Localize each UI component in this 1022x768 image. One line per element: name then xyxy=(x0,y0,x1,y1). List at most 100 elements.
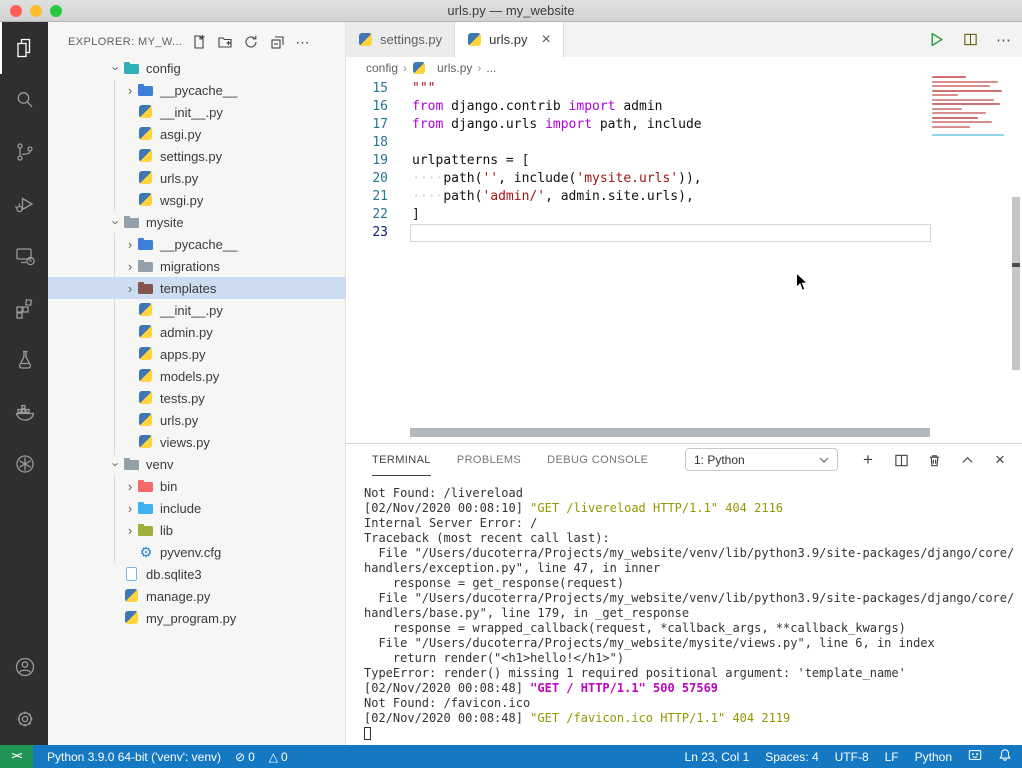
tree-item-pyvenv-cfg[interactable]: ⚙pyvenv.cfg xyxy=(48,541,346,563)
error-count[interactable]: ⊘0 xyxy=(235,750,255,764)
horizontal-scrollbar[interactable] xyxy=(410,428,930,437)
warning-count[interactable]: △0 xyxy=(269,750,288,764)
vertical-scrollbar[interactable] xyxy=(1012,197,1020,370)
new-file-icon[interactable] xyxy=(186,32,212,52)
tree-item-admin-py[interactable]: admin.py xyxy=(48,321,346,343)
minimap[interactable] xyxy=(932,76,1010,166)
tree-item-settings-py[interactable]: settings.py xyxy=(48,145,346,167)
tree-item--pycache-[interactable]: ›__pycache__ xyxy=(48,233,346,255)
new-folder-icon[interactable] xyxy=(212,32,238,52)
tree-item-models-py[interactable]: models.py xyxy=(48,365,346,387)
more-actions-icon[interactable]: ⋯ xyxy=(290,32,316,52)
chevron-expanded-icon[interactable]: › xyxy=(109,456,124,472)
tree-item-tests-py[interactable]: tests.py xyxy=(48,387,346,409)
activity-settings-icon[interactable] xyxy=(0,693,48,745)
tree-item-db-sqlite3[interactable]: db.sqlite3 xyxy=(48,563,346,585)
cursor-position-status[interactable]: Ln 23, Col 1 xyxy=(685,750,750,764)
tree-item-manage-py[interactable]: manage.py xyxy=(48,585,346,607)
tree-item-lib[interactable]: ›lib xyxy=(48,519,346,541)
code-line-22[interactable]: 22] xyxy=(346,206,986,224)
chevron-collapsed-icon[interactable]: › xyxy=(122,523,138,538)
tree-item--pycache-[interactable]: ›__pycache__ xyxy=(48,79,346,101)
code-line-20[interactable]: 20····path('', include('mysite.urls')), xyxy=(346,170,986,188)
activity-account-icon[interactable] xyxy=(0,641,48,693)
run-file-button[interactable] xyxy=(924,28,948,52)
activity-extensions-icon[interactable] xyxy=(0,282,48,334)
tree-item-venv[interactable]: ›venv xyxy=(48,453,346,475)
tree-item-mysite[interactable]: ›mysite xyxy=(48,211,346,233)
code-line-16[interactable]: 16from django.contrib import admin xyxy=(346,98,986,116)
chevron-expanded-icon[interactable]: › xyxy=(109,214,124,230)
code-line-21[interactable]: 21····path('admin/', admin.site.urls), xyxy=(346,188,986,206)
tree-item-views-py[interactable]: views.py xyxy=(48,431,346,453)
code-line-23[interactable]: 23 xyxy=(346,224,986,242)
chevron-collapsed-icon[interactable]: › xyxy=(122,479,138,494)
maximize-panel-icon[interactable] xyxy=(957,450,977,470)
activity-explorer-icon[interactable] xyxy=(0,22,48,74)
panel-tab-terminal[interactable]: TERMINAL xyxy=(372,444,431,476)
breadcrumb-item[interactable]: urls.py xyxy=(437,61,472,75)
code-viewport[interactable]: 15"""16from django.contrib import admin1… xyxy=(346,80,986,242)
remote-indicator[interactable]: >< xyxy=(0,745,33,768)
tree-item-my-program-py[interactable]: my_program.py xyxy=(48,607,346,629)
close-panel-icon[interactable]: × xyxy=(990,450,1010,470)
editor-tab-urls-py[interactable]: urls.py× xyxy=(455,22,564,57)
chevron-collapsed-icon[interactable]: › xyxy=(122,501,138,516)
tree-item-config[interactable]: ›config xyxy=(48,57,346,79)
kill-terminal-icon[interactable] xyxy=(924,450,944,470)
activity-kubernetes-icon[interactable] xyxy=(0,438,48,490)
chevron-expanded-icon[interactable]: › xyxy=(109,60,124,76)
indentation-status[interactable]: Spaces: 4 xyxy=(765,750,818,764)
python-file-icon xyxy=(138,148,154,164)
notifications-bell-icon[interactable] xyxy=(998,748,1012,765)
close-tab-icon[interactable]: × xyxy=(541,32,550,48)
tree-item-bin[interactable]: ›bin xyxy=(48,475,346,497)
new-terminal-icon[interactable]: + xyxy=(858,450,878,470)
activity-source-control-icon[interactable] xyxy=(0,126,48,178)
zoom-window-button[interactable] xyxy=(50,5,62,17)
minimap-line xyxy=(932,134,1004,136)
activity-remote-explorer-icon[interactable] xyxy=(0,230,48,282)
tree-item-migrations[interactable]: ›migrations xyxy=(48,255,346,277)
close-window-button[interactable] xyxy=(10,5,22,17)
eol-status[interactable]: LF xyxy=(885,750,899,764)
chevron-collapsed-icon[interactable]: › xyxy=(122,281,138,296)
feedback-icon[interactable] xyxy=(968,748,982,765)
panel-tab-debug-console[interactable]: DEBUG CONSOLE xyxy=(547,444,648,476)
activity-docker-icon[interactable] xyxy=(0,386,48,438)
activity-run-debug-icon[interactable] xyxy=(0,178,48,230)
terminal-output[interactable]: Not Found: /livereload[02/Nov/2020 00:08… xyxy=(364,486,1014,741)
collapse-all-icon[interactable] xyxy=(264,32,290,52)
code-line-17[interactable]: 17from django.urls import path, include xyxy=(346,116,986,134)
activity-test-icon[interactable] xyxy=(0,334,48,386)
tree-item-apps-py[interactable]: apps.py xyxy=(48,343,346,365)
chevron-collapsed-icon[interactable]: › xyxy=(122,237,138,252)
split-terminal-icon[interactable] xyxy=(891,450,911,470)
code-line-18[interactable]: 18 xyxy=(346,134,986,152)
code-line-19[interactable]: 19urlpatterns = [ xyxy=(346,152,986,170)
tree-item-include[interactable]: ›include xyxy=(48,497,346,519)
breadcrumb-item[interactable]: ... xyxy=(486,61,496,75)
code-line-15[interactable]: 15""" xyxy=(346,80,986,98)
encoding-status[interactable]: UTF-8 xyxy=(835,750,869,764)
activity-search-icon[interactable] xyxy=(0,74,48,126)
tree-item--init-py[interactable]: __init__.py xyxy=(48,101,346,123)
tree-item--init-py[interactable]: __init__.py xyxy=(48,299,346,321)
tree-item-wsgi-py[interactable]: wsgi.py xyxy=(48,189,346,211)
language-mode-status[interactable]: Python xyxy=(915,750,952,764)
tree-item-urls-py[interactable]: urls.py xyxy=(48,409,346,431)
breadcrumb-item[interactable]: config xyxy=(366,61,398,75)
minimize-window-button[interactable] xyxy=(30,5,42,17)
chevron-collapsed-icon[interactable]: › xyxy=(122,259,138,274)
python-interpreter-status[interactable]: Python 3.9.0 64-bit ('venv': venv) xyxy=(47,750,221,764)
tree-item-asgi-py[interactable]: asgi.py xyxy=(48,123,346,145)
panel-tab-problems[interactable]: PROBLEMS xyxy=(457,444,521,476)
refresh-icon[interactable] xyxy=(238,32,264,52)
terminal-selector-dropdown[interactable]: 1: Python xyxy=(685,448,838,471)
tree-item-urls-py[interactable]: urls.py xyxy=(48,167,346,189)
chevron-collapsed-icon[interactable]: › xyxy=(122,83,138,98)
editor-more-actions-icon[interactable]: ⋯ xyxy=(992,28,1016,52)
tree-item-templates[interactable]: ›templates xyxy=(48,277,346,299)
editor-tab-settings-py[interactable]: settings.py xyxy=(346,22,455,57)
split-editor-icon[interactable] xyxy=(958,28,982,52)
